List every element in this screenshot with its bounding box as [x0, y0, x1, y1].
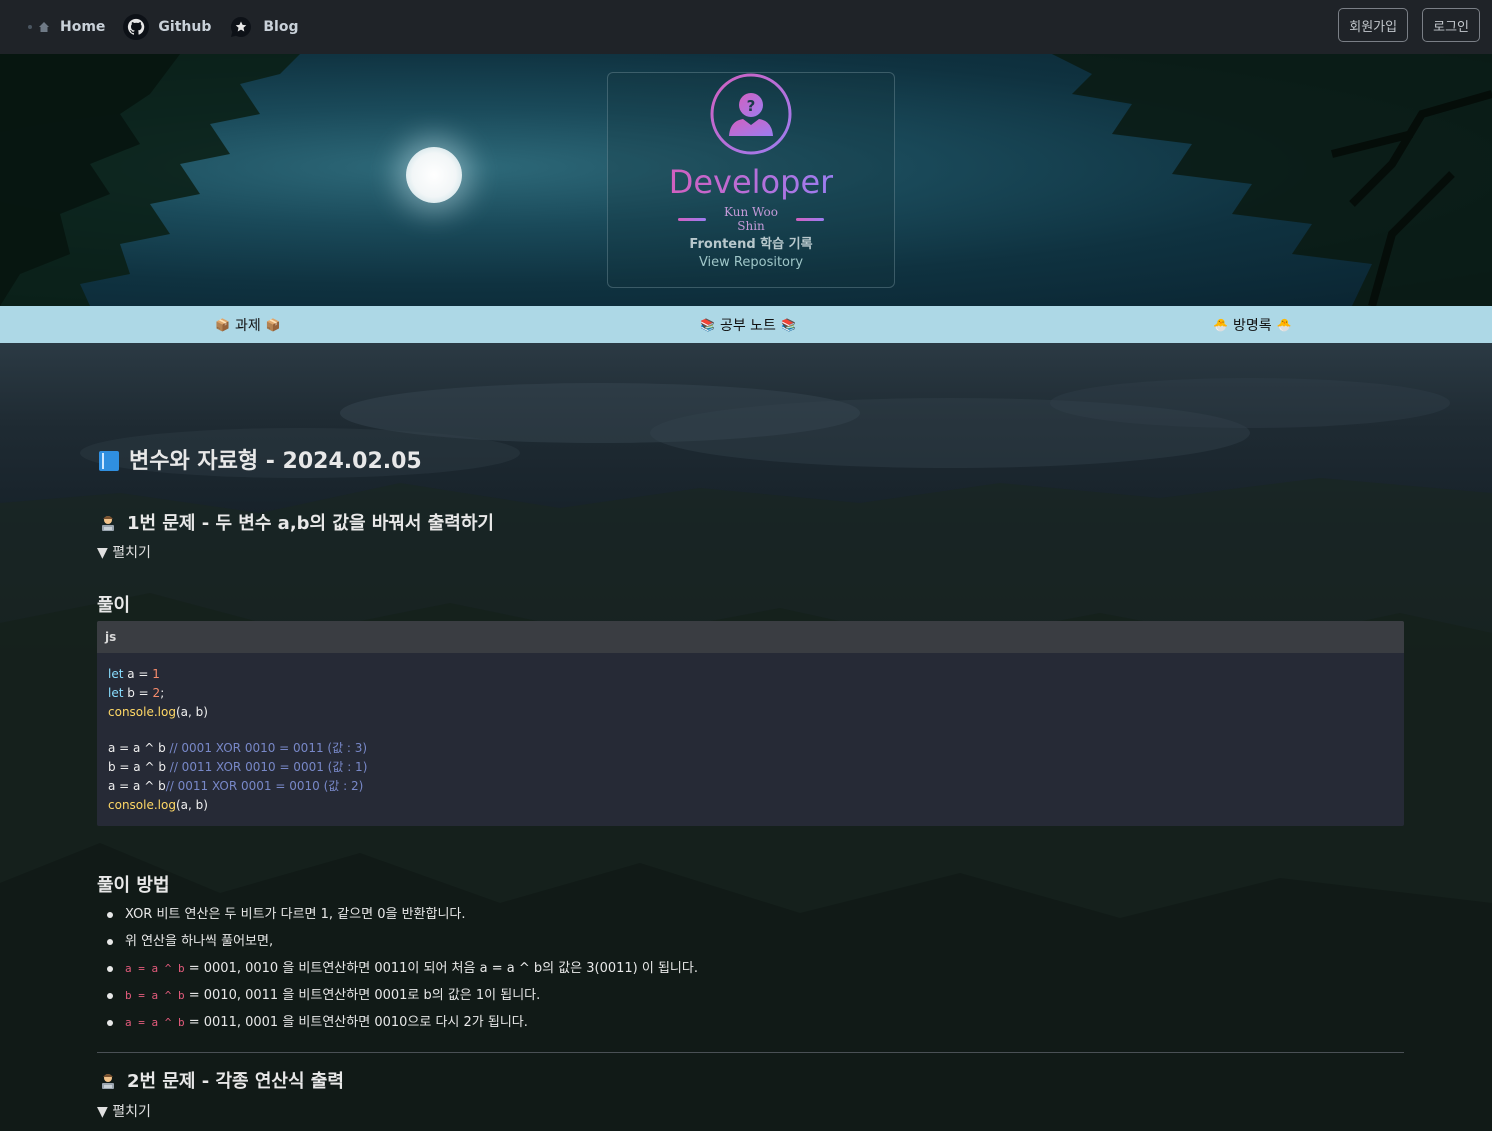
- code-block: js let a = 1 let b = 2; console.log(a, b…: [97, 621, 1404, 826]
- nav-left: Home Github Blog: [28, 14, 316, 40]
- category-assignment-label: 과제: [234, 317, 261, 334]
- method-list: XOR 비트 연산은 두 비트가 다르면 1, 같으면 0을 반환합니다. 위 …: [97, 901, 698, 1036]
- home-icon: [39, 22, 49, 32]
- blog-link[interactable]: Blog: [229, 15, 298, 39]
- problem-1-title: 1번 문제 - 두 변수 a,b의 값을 바꿔서 출력하기: [127, 513, 494, 534]
- github-icon: [123, 14, 150, 40]
- code-line: a = a ^ b// 0011 XOR 0001 = 0010 (값 : 2): [108, 779, 364, 793]
- site-title: Developer: [608, 163, 894, 201]
- method-item-text: 위 연산을 하나씩 풀어보면,: [125, 934, 274, 949]
- code-text-1: 1: [152, 667, 160, 681]
- technologist-icon: [102, 1074, 114, 1089]
- dot-decoration: [28, 25, 32, 29]
- category-notes-label: 공부 노트: [719, 317, 776, 334]
- author-row: Kun Woo Shin: [678, 205, 825, 233]
- blog-star-icon: [231, 16, 252, 37]
- post-title-text: 변수와 자료형 - 2024.02.05: [129, 449, 422, 474]
- problem-2-title: 2번 문제 - 각종 연산식 출력: [127, 1071, 344, 1092]
- unknown-person-avatar-icon: ?: [710, 73, 792, 155]
- tree-silhouette-right: [1052, 54, 1492, 306]
- inline-code: b = a ^ b: [125, 989, 185, 1002]
- code-language-label: js: [97, 621, 1404, 653]
- blue-book-icon: [99, 451, 119, 471]
- divider-line-left: [678, 217, 706, 221]
- solution-heading: 풀이: [97, 595, 131, 616]
- code-comment-3: // 0011 XOR 0001 = 0010 (값 : 2): [165, 779, 364, 793]
- books-icon: 📚: [700, 317, 715, 332]
- site-title-text: Developer: [668, 163, 834, 201]
- home-link[interactable]: Home: [28, 19, 105, 35]
- list-item: 위 연산을 하나씩 풀어보면,: [107, 928, 698, 955]
- site-subtitle: Frontend 학습 기록: [689, 237, 813, 252]
- profile-card: ? Developer Kun Woo Shin Frontend 학습 기록 …: [607, 72, 895, 288]
- code-body: let a = 1 let b = 2; console.log(a, b) a…: [97, 653, 1404, 826]
- login-button[interactable]: 로그인: [1422, 8, 1480, 42]
- divider-line-right: [796, 217, 825, 221]
- github-link[interactable]: Github: [123, 14, 211, 40]
- list-item: a = a ^ b = 0011, 0001 을 비트연산하면 0010으로 다…: [107, 1009, 698, 1036]
- author-name: Kun Woo Shin: [724, 205, 778, 233]
- method-heading: 풀이 방법: [97, 875, 170, 896]
- moon-decoration: [406, 147, 462, 203]
- list-item: a = a ^ b = 0001, 0010 을 비트연산하면 0011이 되어…: [107, 955, 698, 982]
- section-divider: [97, 1052, 1404, 1053]
- view-repository-link[interactable]: View Repository: [608, 255, 894, 270]
- code-line: a = a ^ b // 0001 XOR 0010 = 0011 (값 : 3…: [108, 741, 368, 755]
- method-item-text: XOR 비트 연산은 두 비트가 다르면 1, 같으면 0을 반환합니다.: [125, 907, 466, 922]
- inline-code: a = a ^ b: [125, 962, 185, 975]
- method-item-text: = 0001, 0010 을 비트연산하면 0011이 되어 처음 a = a …: [184, 961, 698, 976]
- code-line: let a = 1: [108, 667, 160, 681]
- home-label: Home: [60, 19, 106, 35]
- method-item-text: = 0011, 0001 을 비트연산하면 0010으로 다시 2가 됩니다.: [184, 1015, 528, 1030]
- category-guestbook[interactable]: 🐣 방명록 🐣: [1208, 306, 1297, 343]
- hatching-chick-icon: 🐣: [1213, 317, 1228, 332]
- list-item: b = a ^ b = 0010, 0011 을 비트연산하면 0001로 b의…: [107, 982, 698, 1009]
- technologist-icon: [102, 516, 114, 531]
- package-icon: 📦: [265, 317, 281, 332]
- inline-code: a = a ^ b: [125, 1016, 185, 1029]
- code-line: console.log(a, b): [108, 705, 208, 719]
- svg-text:?: ?: [747, 97, 756, 115]
- category-assignment[interactable]: 📦 과제 📦: [210, 306, 286, 343]
- github-label: Github: [158, 19, 212, 35]
- list-item: XOR 비트 연산은 두 비트가 다르면 1, 같으면 0을 반환합니다.: [107, 901, 698, 928]
- problem-2-heading: 2번 문제 - 각종 연산식 출력: [99, 1067, 344, 1093]
- code-text-2: 2: [152, 686, 161, 700]
- package-icon: 📦: [215, 317, 230, 332]
- hatching-chick-icon: 🐣: [1276, 317, 1292, 332]
- code-line: let b = 2;: [108, 686, 165, 700]
- top-navbar: Home Github Blog 회원가입 로그인: [0, 0, 1492, 54]
- post-title: 변수와 자료형 - 2024.02.05: [99, 443, 422, 475]
- code-line: b = a ^ b // 0011 XOR 0010 = 0001 (값 : 1…: [108, 760, 368, 774]
- problem-2-toggle[interactable]: ▼ 펼치기: [97, 1101, 151, 1121]
- blog-label: Blog: [263, 19, 299, 35]
- problem-1-heading: 1번 문제 - 두 변수 a,b의 값을 바꿔서 출력하기: [99, 509, 494, 535]
- method-item-text: = 0010, 0011 을 비트연산하면 0001로 b의 값은 1이 됩니다…: [184, 988, 541, 1003]
- hero-banner: ? Developer Kun Woo Shin Frontend 학습 기록 …: [0, 54, 1492, 306]
- category-nav: 📦 과제 📦 📚 공부 노트 📚 🐣 방명록 🐣: [0, 306, 1492, 343]
- signup-button[interactable]: 회원가입: [1338, 8, 1409, 42]
- code-line: console.log(a, b): [108, 798, 208, 812]
- auth-buttons: 회원가입 로그인: [1338, 8, 1480, 42]
- post-area: 변수와 자료형 - 2024.02.05 1번 문제 - 두 변수 a,b의 값…: [0, 343, 1492, 1131]
- tree-silhouette-left: [0, 54, 300, 306]
- books-icon: 📚: [780, 317, 796, 332]
- code-comment-1: // 0001 XOR 0010 = 0011 (값 : 3): [169, 741, 368, 755]
- category-guestbook-label: 방명록: [1232, 317, 1272, 334]
- category-notes[interactable]: 📚 공부 노트 📚: [695, 306, 801, 343]
- code-comment-2: // 0011 XOR 0010 = 0001 (값 : 1): [169, 760, 368, 774]
- problem-1-toggle[interactable]: ▼ 펼치기: [97, 542, 151, 562]
